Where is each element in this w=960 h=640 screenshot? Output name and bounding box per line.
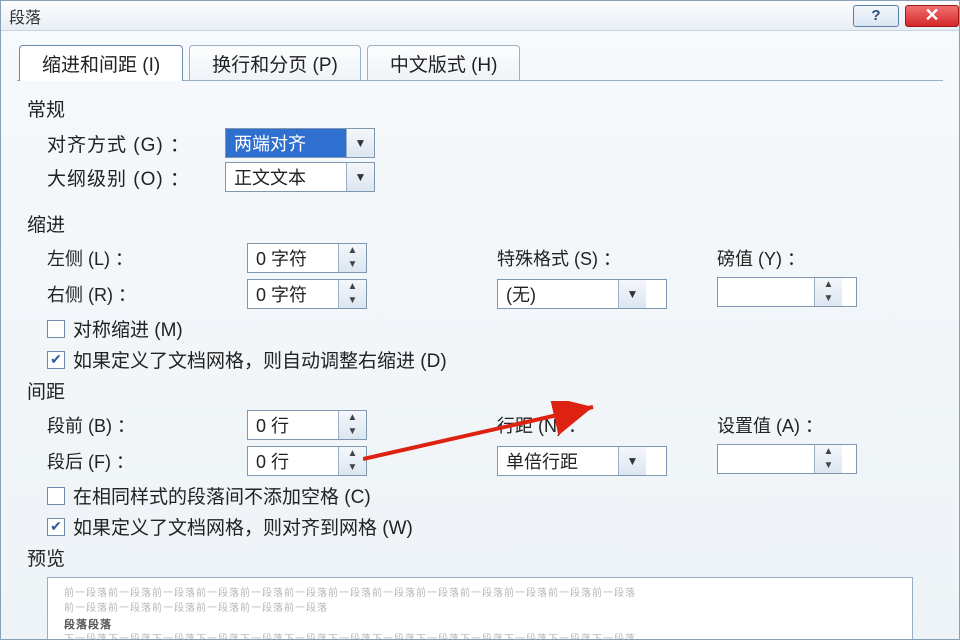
checkbox-icon: ✔ <box>47 351 65 369</box>
at-value-value <box>718 445 814 473</box>
alignment-combo[interactable]: 两端对齐 ▼ <box>225 128 375 158</box>
outline-value: 正文文本 <box>226 163 346 191</box>
indent-right-spinner[interactable]: 0 字符 ▲▼ <box>247 279 367 309</box>
label-no-space-same-style: 在相同样式的段落间不添加空格 (C) <box>73 482 371 509</box>
tab-indent-spacing[interactable]: 缩进和间距 (I) <box>19 45 183 81</box>
space-before-value: 0 行 <box>248 411 338 439</box>
preview-sample: 段落段落 <box>64 616 896 632</box>
label-indent-left: 左侧 (L) ： <box>47 245 247 271</box>
chevron-down-icon[interactable]: ▼ <box>618 280 646 308</box>
paragraph-dialog: 段落 ? ✕ 缩进和间距 (I) 换行和分页 (P) 中文版式 (H) 常规 对… <box>0 0 960 640</box>
section-indent: 缩进 <box>27 210 933 237</box>
chevron-down-icon[interactable]: ▼ <box>618 447 646 475</box>
indent-left-value: 0 字符 <box>248 244 338 272</box>
label-alignment: 对齐方式 (G) ： <box>47 130 217 157</box>
checkbox-no-space-same-style[interactable]: 在相同样式的段落间不添加空格 (C) <box>47 482 933 509</box>
titlebar: 段落 ? ✕ <box>1 1 959 31</box>
section-spacing: 间距 <box>27 377 933 404</box>
tab-line-page-breaks[interactable]: 换行和分页 (P) <box>189 45 361 81</box>
label-by-value: 磅值 (Y) ： <box>717 245 927 271</box>
close-button[interactable]: ✕ <box>905 5 959 27</box>
checkbox-snap-to-grid[interactable]: ✔ 如果定义了文档网格，则对齐到网格 (W) <box>47 513 933 540</box>
chevron-down-icon[interactable]: ▼ <box>346 129 374 157</box>
spinner-buttons[interactable]: ▲▼ <box>814 278 842 306</box>
label-space-after: 段后 (F) ： <box>47 448 247 474</box>
window-buttons: ? ✕ <box>853 5 959 27</box>
spinner-buttons[interactable]: ▲▼ <box>338 411 366 439</box>
line-spacing-combo[interactable]: 单倍行距 ▼ <box>497 446 667 476</box>
tabs: 缩进和间距 (I) 换行和分页 (P) 中文版式 (H) <box>19 45 959 81</box>
panel-indent-spacing: 常规 对齐方式 (G) ： 两端对齐 ▼ 大纲级别 (O) ： 正文文本 ▼ 缩… <box>17 80 943 640</box>
spinner-buttons[interactable]: ▲▼ <box>814 445 842 473</box>
chevron-down-icon[interactable]: ▼ <box>346 163 374 191</box>
checkbox-icon <box>47 487 65 505</box>
alignment-value: 两端对齐 <box>226 129 346 157</box>
label-line-spacing: 行距 (N) ： <box>497 412 717 438</box>
label-at-value: 设置值 (A) ： <box>717 412 927 438</box>
preview-prev-line: 前一段落前一段落前一段落前一段落前一段落前一段落前一段落前一段落前一段落前一段落… <box>64 586 896 601</box>
checkbox-auto-adjust-right-indent[interactable]: ✔ 如果定义了文档网格，则自动调整右缩进 (D) <box>47 346 933 373</box>
by-value-spinner[interactable]: ▲▼ <box>717 277 857 307</box>
window-title: 段落 <box>9 4 41 28</box>
checkbox-icon: ✔ <box>47 518 65 536</box>
at-value-spinner[interactable]: ▲▼ <box>717 444 857 474</box>
space-after-value: 0 行 <box>248 447 338 475</box>
label-snap-to-grid: 如果定义了文档网格，则对齐到网格 (W) <box>73 513 413 540</box>
section-general: 常规 <box>27 95 933 122</box>
label-outline-level: 大纲级别 (O) ： <box>47 164 217 191</box>
spinner-buttons[interactable]: ▲▼ <box>338 280 366 308</box>
indent-left-spinner[interactable]: 0 字符 ▲▼ <box>247 243 367 273</box>
help-button[interactable]: ? <box>853 5 899 27</box>
outline-combo[interactable]: 正文文本 ▼ <box>225 162 375 192</box>
label-indent-right: 右侧 (R) ： <box>47 281 247 307</box>
checkbox-mirror-indent[interactable]: 对称缩进 (M) <box>47 315 933 342</box>
line-spacing-value: 单倍行距 <box>498 447 618 475</box>
special-format-value: (无) <box>498 280 618 308</box>
label-auto-adjust-right-indent: 如果定义了文档网格，则自动调整右缩进 (D) <box>73 346 447 373</box>
spinner-buttons[interactable]: ▲▼ <box>338 447 366 475</box>
special-format-combo[interactable]: (无) ▼ <box>497 279 667 309</box>
section-preview: 预览 <box>27 544 933 571</box>
space-after-spinner[interactable]: 0 行 ▲▼ <box>247 446 367 476</box>
preview-next-line: 下一段落下一段落下一段落下一段落下一段落下一段落下一段落下一段落下一段落下一段落… <box>64 632 896 640</box>
spinner-buttons[interactable]: ▲▼ <box>338 244 366 272</box>
preview-box: 前一段落前一段落前一段落前一段落前一段落前一段落前一段落前一段落前一段落前一段落… <box>47 577 913 640</box>
label-mirror-indent: 对称缩进 (M) <box>73 315 183 342</box>
by-value-value <box>718 278 814 306</box>
indent-right-value: 0 字符 <box>248 280 338 308</box>
tab-asian-typography[interactable]: 中文版式 (H) <box>367 45 521 81</box>
label-special-format: 特殊格式 (S) ： <box>497 245 717 271</box>
space-before-spinner[interactable]: 0 行 ▲▼ <box>247 410 367 440</box>
checkbox-icon <box>47 320 65 338</box>
label-space-before: 段前 (B) ： <box>47 412 247 438</box>
preview-prev-line: 前一段落前一段落前一段落前一段落前一段落前一段落 <box>64 601 896 616</box>
